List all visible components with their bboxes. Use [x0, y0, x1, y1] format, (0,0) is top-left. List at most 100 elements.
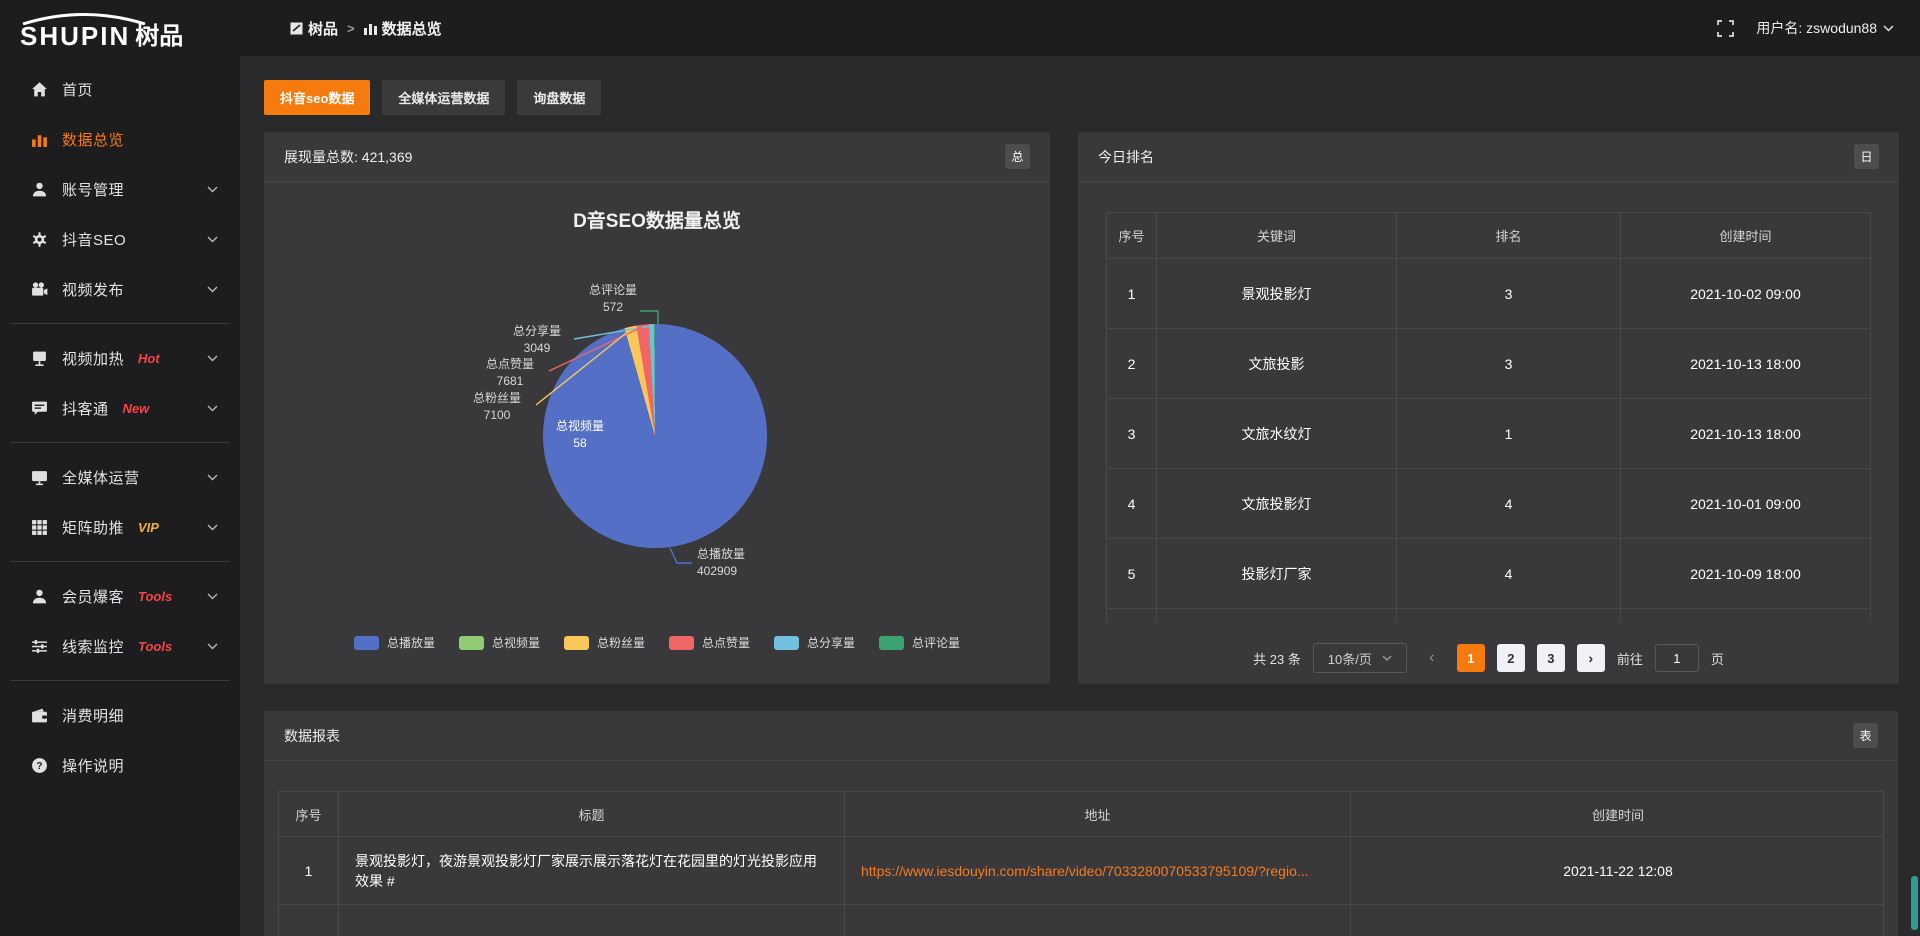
breadcrumb-current[interactable]: 数据总览 — [364, 18, 442, 39]
breadcrumb: 树品 > 数据总览 — [290, 18, 442, 39]
tools-tag: Tools — [138, 639, 172, 654]
sidebar-item-omni-media[interactable]: 全媒体运营 — [0, 452, 240, 502]
table-row[interactable]: 1 景观投影灯，夜游景观投影灯厂家展示展示落花灯在花园里的灯光投影应用效果 # … — [279, 837, 1883, 905]
sidebar-item-label: 矩阵助推 — [62, 517, 124, 538]
question-circle-icon: ? — [30, 756, 48, 774]
goto-label: 前往 — [1617, 649, 1643, 668]
sidebar-item-home[interactable]: 首页 — [0, 64, 240, 114]
logo-text-cn: 树品 — [135, 24, 183, 49]
legend-swatch — [564, 636, 589, 650]
sidebar-divider — [10, 442, 230, 443]
sidebar-item-consumption-detail[interactable]: 消费明细 — [0, 690, 240, 740]
new-tag: New — [123, 401, 150, 416]
table-row-partial — [1107, 609, 1870, 622]
sidebar-item-account-management[interactable]: 账号管理 — [0, 164, 240, 214]
topbar: SHUPIN 树品 树品 > 数据总览 用户名: zsw — [0, 0, 1920, 56]
report-table: 序号 标题 地址 创建时间 1 景观投影灯，夜游景观投影灯厂家展示展示落花灯在花… — [278, 791, 1884, 936]
table-row[interactable]: 4 文旅投影灯 4 2021-10-01 09:00 — [1107, 469, 1870, 539]
report-panel-header: 数据报表 表 — [264, 711, 1898, 761]
logo: SHUPIN 树品 — [0, 7, 240, 49]
sidebar-item-label: 消费明细 — [62, 705, 124, 726]
tools-tag: Tools — [138, 589, 172, 604]
sidebar-item-leads-monitor[interactable]: 线索监控 Tools — [0, 621, 240, 671]
sidebar-divider — [10, 680, 230, 681]
sidebar-item-label: 抖客通 — [62, 398, 109, 419]
day-badge-button[interactable]: 日 — [1854, 144, 1879, 169]
logo-arc — [20, 13, 148, 25]
grid-icon — [30, 518, 48, 536]
chevron-down-icon — [207, 474, 218, 481]
signboard-icon — [30, 349, 48, 367]
legend-item-videos[interactable]: 总视频量 — [459, 634, 540, 651]
page-button-3[interactable]: 3 — [1537, 644, 1565, 672]
chevron-down-icon — [207, 524, 218, 531]
fullscreen-icon[interactable] — [1717, 20, 1734, 37]
sidebar-item-operation-guide[interactable]: ? 操作说明 — [0, 740, 240, 790]
user-icon — [30, 180, 48, 198]
tab-douyin-seo-data[interactable]: 抖音seo数据 — [264, 80, 370, 115]
tab-inquiry-data[interactable]: 询盘数据 — [517, 80, 601, 115]
data-source-tabs: 抖音seo数据 全媒体运营数据 询盘数据 — [264, 80, 1898, 115]
user-icon — [30, 587, 48, 605]
prev-page-button[interactable]: ‹ — [1419, 644, 1445, 672]
user-menu[interactable]: 用户名: zswodun88 — [1756, 18, 1894, 38]
ranking-table-header-row: 序号 关键词 排名 创建时间 — [1107, 213, 1870, 259]
sidebar-item-douyin-seo[interactable]: 抖音SEO — [0, 214, 240, 264]
page-button-2[interactable]: 2 — [1497, 644, 1525, 672]
sidebar-item-doukertong[interactable]: 抖客通 New — [0, 383, 240, 433]
sidebar-item-label: 会员爆客 — [62, 586, 124, 607]
goto-page-input[interactable] — [1655, 644, 1699, 672]
page-button-1[interactable]: 1 — [1457, 644, 1485, 672]
tab-omni-media-data[interactable]: 全媒体运营数据 — [382, 80, 505, 115]
vip-tag: VIP — [138, 520, 159, 535]
table-row[interactable]: 2 文旅投影 3 2021-10-13 18:00 — [1107, 329, 1870, 399]
sidebar-item-data-overview[interactable]: 数据总览 — [0, 114, 240, 164]
breadcrumb-separator: > — [347, 21, 355, 36]
ranking-panel-title: 今日排名 — [1098, 147, 1154, 167]
table-row[interactable]: 1 景观投影灯 3 2021-10-02 09:00 — [1107, 259, 1870, 329]
chevron-down-icon — [207, 186, 218, 193]
chart-legend: 总播放量 总视频量 总粉丝量 总点赞量 — [264, 634, 1050, 651]
ranking-table: 序号 关键词 排名 创建时间 1 景观投影灯 3 2021-10-02 09:0… — [1106, 212, 1871, 622]
breadcrumb-root[interactable]: 树品 — [290, 18, 338, 39]
legend-item-comments[interactable]: 总评论量 — [879, 634, 960, 651]
next-page-button[interactable]: › — [1577, 644, 1605, 672]
overview-panel-header: 展现量总数: 421,369 总 — [264, 132, 1050, 182]
table-row[interactable]: 3 文旅水纹灯 1 2021-10-13 18:00 — [1107, 399, 1870, 469]
sidebar-item-video-publish[interactable]: 视频发布 — [0, 264, 240, 314]
ranking-panel-header: 今日排名 日 — [1078, 132, 1899, 182]
overview-panel: 展现量总数: 421,369 总 D音SEO数据量总览 总评论量 — [264, 132, 1050, 684]
app-root: SHUPIN 树品 树品 > 数据总览 用户名: zsw — [0, 0, 1920, 936]
legend-item-likes[interactable]: 总点赞量 — [669, 634, 750, 651]
legend-swatch — [354, 636, 379, 650]
report-url-link[interactable]: https://www.iesdouyin.com/share/video/70… — [861, 863, 1309, 879]
sidebar-item-matrix-boost[interactable]: 矩阵助推 VIP — [0, 502, 240, 552]
chevron-down-icon — [1382, 655, 1392, 661]
pagination-total: 共 23 条 — [1253, 649, 1301, 668]
bar-chart-icon — [364, 22, 377, 35]
pie-label-likes: 总点赞量 7681 — [455, 356, 565, 390]
sidebar-item-member-tools[interactable]: 会员爆客 Tools — [0, 571, 240, 621]
page-scrollbar[interactable] — [1911, 876, 1918, 930]
legend-item-plays[interactable]: 总播放量 — [354, 634, 435, 651]
report-panel-title: 数据报表 — [284, 726, 340, 746]
legend-item-fans[interactable]: 总粉丝量 — [564, 634, 645, 651]
sidebar-item-label: 数据总览 — [62, 129, 124, 150]
sidebar: 首页 数据总览 账号管理 抖音SEO — [0, 56, 240, 936]
legend-item-shares[interactable]: 总分享量 — [774, 634, 855, 651]
report-table-header-row: 序号 标题 地址 创建时间 — [279, 792, 1883, 837]
pagination: 共 23 条 10条/页 ‹ 1 2 3 › 前往 页 — [1106, 643, 1871, 673]
monitor-icon — [30, 468, 48, 486]
table-row[interactable]: 5 投影灯厂家 4 2021-10-09 18:00 — [1107, 539, 1870, 609]
legend-swatch — [669, 636, 694, 650]
sidebar-item-video-heat[interactable]: 视频加热 Hot — [0, 333, 240, 383]
wallet-icon — [30, 706, 48, 724]
page-size-select[interactable]: 10条/页 — [1313, 643, 1407, 673]
main-content: 抖音seo数据 全媒体运营数据 询盘数据 展现量总数: 421,369 总 D音… — [240, 56, 1920, 936]
table-badge-button[interactable]: 表 — [1853, 723, 1878, 748]
sliders-icon — [30, 637, 48, 655]
sidebar-item-label: 视频发布 — [62, 279, 124, 300]
chat-bubble-icon — [30, 399, 48, 417]
hot-tag: Hot — [138, 351, 160, 366]
total-badge-button[interactable]: 总 — [1005, 144, 1030, 169]
